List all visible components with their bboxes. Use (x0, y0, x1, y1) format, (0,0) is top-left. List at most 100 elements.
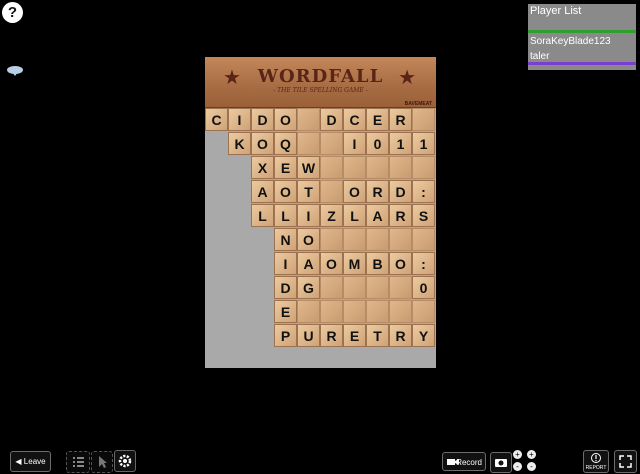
letter-tile[interactable]: O (389, 252, 412, 275)
letter-tile[interactable]: Q (274, 132, 297, 155)
player-name[interactable]: SoraKeyBlade123 (530, 34, 634, 49)
settings-button[interactable] (114, 450, 136, 472)
letter-tile[interactable]: U (297, 324, 320, 347)
empty-slot[interactable] (412, 300, 435, 323)
screenshot-button[interactable] (490, 452, 512, 473)
letter-tile[interactable]: L (274, 204, 297, 227)
letter-tile[interactable]: D (251, 108, 274, 131)
letter-tile[interactable]: E (343, 324, 366, 347)
empty-slot[interactable] (343, 156, 366, 179)
help-button[interactable]: ? (2, 2, 23, 23)
letter-tile[interactable]: E (366, 108, 389, 131)
letter-tile[interactable]: R (389, 108, 412, 131)
cursor-icon (99, 456, 107, 468)
letter-tile[interactable]: N (274, 228, 297, 251)
tile-row: NO (274, 228, 436, 251)
empty-slot[interactable] (343, 228, 366, 251)
letter-tile[interactable]: B (366, 252, 389, 275)
letter-tile[interactable]: R (389, 204, 412, 227)
empty-slot[interactable] (412, 156, 435, 179)
letter-tile[interactable]: : (412, 252, 435, 275)
letter-tile[interactable]: T (366, 324, 389, 347)
empty-slot[interactable] (389, 228, 412, 251)
empty-slot[interactable] (389, 300, 412, 323)
empty-slot[interactable] (297, 300, 320, 323)
letter-tile[interactable]: R (389, 324, 412, 347)
letter-tile[interactable]: D (320, 108, 343, 131)
empty-slot[interactable] (389, 156, 412, 179)
letter-tile[interactable]: O (274, 180, 297, 203)
empty-slot[interactable] (320, 228, 343, 251)
list-view-button[interactable] (66, 451, 90, 473)
letter-tile[interactable]: O (320, 252, 343, 275)
empty-slot[interactable] (366, 276, 389, 299)
chat-bubble-icon[interactable] (7, 66, 23, 76)
letter-tile[interactable]: I (343, 132, 366, 155)
tile-row: CIDODCER (205, 108, 436, 131)
letter-tile[interactable]: 0 (366, 132, 389, 155)
zoom-out-button[interactable]: - (513, 462, 522, 471)
empty-slot[interactable] (320, 132, 343, 155)
leave-button[interactable]: ◀ Leave (10, 451, 51, 472)
letter-tile[interactable]: O (274, 108, 297, 131)
wordfall-banner: ★ WORDFALL ★ - THE TILE SPELLING GAME - … (205, 57, 436, 108)
record-button[interactable]: Record (442, 452, 486, 471)
empty-slot[interactable] (343, 276, 366, 299)
empty-slot[interactable] (412, 228, 435, 251)
letter-tile[interactable]: P (274, 324, 297, 347)
letter-tile[interactable]: E (274, 300, 297, 323)
letter-tile[interactable]: C (205, 108, 228, 131)
letter-tile[interactable]: T (297, 180, 320, 203)
empty-slot[interactable] (320, 180, 343, 203)
empty-slot[interactable] (343, 300, 366, 323)
volume-down-button[interactable]: - (527, 462, 536, 471)
letter-tile[interactable]: C (343, 108, 366, 131)
letter-tile[interactable]: 1 (389, 132, 412, 155)
letter-tile[interactable]: D (274, 276, 297, 299)
empty-slot[interactable] (297, 108, 320, 131)
empty-slot[interactable] (366, 156, 389, 179)
letter-tile[interactable]: A (297, 252, 320, 275)
letter-tile[interactable]: A (366, 204, 389, 227)
letter-tile[interactable]: 1 (412, 132, 435, 155)
letter-tile[interactable]: X (251, 156, 274, 179)
letter-tile[interactable]: O (297, 228, 320, 251)
fullscreen-button[interactable] (614, 450, 637, 473)
letter-tile[interactable]: K (228, 132, 251, 155)
empty-slot[interactable] (412, 108, 435, 131)
letter-tile[interactable]: O (251, 132, 274, 155)
empty-slot[interactable] (366, 300, 389, 323)
letter-tile[interactable]: Z (320, 204, 343, 227)
letter-tile[interactable]: I (297, 204, 320, 227)
volume-up-button[interactable]: + (527, 450, 536, 459)
letter-tile[interactable]: L (251, 204, 274, 227)
letter-tile[interactable]: I (228, 108, 251, 131)
letter-tile[interactable]: G (297, 276, 320, 299)
report-button[interactable]: REPORT (583, 450, 609, 473)
letter-tile[interactable]: E (274, 156, 297, 179)
letter-tile[interactable]: A (251, 180, 274, 203)
empty-slot[interactable] (297, 132, 320, 155)
empty-slot[interactable] (320, 300, 343, 323)
letter-tile[interactable]: S (412, 204, 435, 227)
empty-slot[interactable] (320, 156, 343, 179)
letter-tile[interactable]: I (274, 252, 297, 275)
fullscreen-icon (619, 455, 632, 468)
zoom-in-button[interactable]: + (513, 450, 522, 459)
empty-slot[interactable] (389, 276, 412, 299)
letter-tile[interactable]: M (343, 252, 366, 275)
letter-tile[interactable]: O (343, 180, 366, 203)
letter-tile[interactable]: R (320, 324, 343, 347)
letter-tile[interactable]: W (297, 156, 320, 179)
report-label: REPORT (585, 465, 607, 471)
empty-slot[interactable] (320, 276, 343, 299)
letter-tile[interactable]: L (343, 204, 366, 227)
letter-tile[interactable]: R (366, 180, 389, 203)
letter-tile[interactable]: 0 (412, 276, 435, 299)
letter-tile[interactable]: Y (412, 324, 435, 347)
pointer-tool-button[interactable] (91, 451, 113, 473)
empty-slot[interactable] (366, 228, 389, 251)
letter-tile[interactable]: D (389, 180, 412, 203)
letter-tile[interactable]: : (412, 180, 435, 203)
tile-row: AOTORD: (251, 180, 436, 203)
